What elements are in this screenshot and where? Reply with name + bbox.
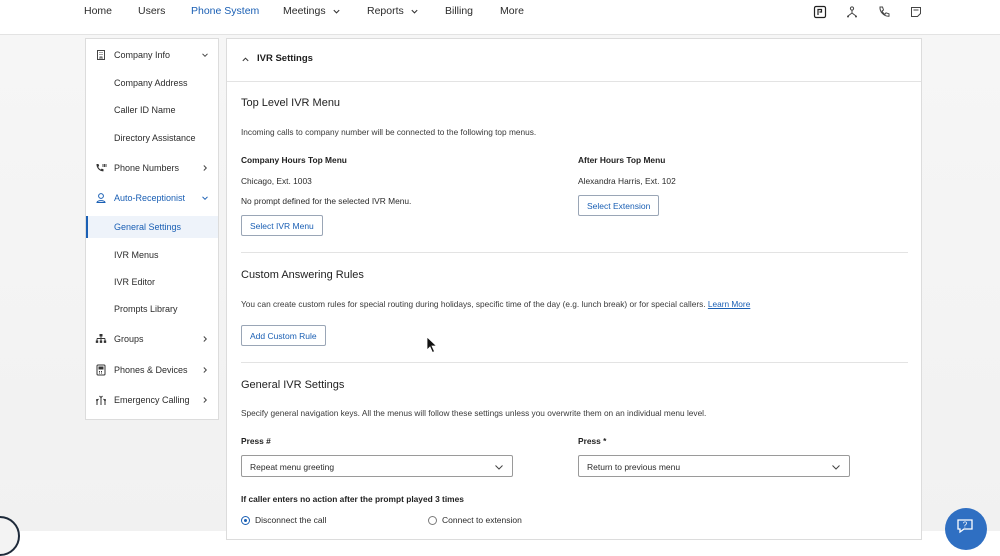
svg-text:?: ?	[963, 521, 968, 530]
help-icon: ?	[957, 519, 973, 534]
building-icon	[95, 49, 107, 61]
learn-more-link[interactable]: Learn More	[708, 299, 750, 309]
sidebar-item-phones-devices[interactable]: Phones & Devices	[86, 359, 218, 381]
phone-icon[interactable]	[877, 5, 891, 19]
top-level-ivr-description: Incoming calls to company number will be…	[241, 127, 537, 137]
sidebar-item-emergency-calling[interactable]: Emergency Calling	[86, 389, 218, 411]
chevron-down-icon	[495, 465, 503, 470]
general-ivr-description: Specify general navigation keys. All the…	[241, 408, 707, 418]
sidebar-item-company-address[interactable]: Company Address	[86, 72, 218, 94]
org-chart-icon[interactable]	[845, 5, 859, 19]
section-divider	[241, 252, 908, 253]
phone-list-icon	[95, 162, 107, 174]
after-hours-label: After Hours Top Menu	[578, 155, 666, 165]
chevron-down-icon	[832, 465, 840, 470]
top-level-ivr-title: Top Level IVR Menu	[241, 97, 341, 109]
sidebar-item-ivr-editor[interactable]: IVR Editor	[86, 271, 218, 293]
chevron-down-icon	[201, 51, 209, 59]
nav-reports[interactable]: Reports	[367, 5, 419, 17]
add-custom-rule-button[interactable]: Add Custom Rule	[241, 325, 326, 346]
chevron-up-icon	[242, 57, 249, 62]
custom-rules-description: You can create custom rules for special …	[241, 299, 751, 309]
sidebar-item-phone-numbers[interactable]: Phone Numbers	[86, 157, 218, 179]
nav-home[interactable]: Home	[84, 5, 112, 17]
general-ivr-title: General IVR Settings	[241, 379, 345, 391]
sidebar-item-general-settings[interactable]: General Settings	[86, 216, 218, 238]
notes-icon[interactable]	[909, 5, 923, 19]
after-hours-value: Alexandra Harris, Ext. 102	[578, 176, 676, 186]
sidebar-item-groups[interactable]: Groups	[86, 328, 218, 350]
sidebar-item-company-info[interactable]: Company Info	[86, 44, 218, 66]
top-navigation: Home Users Phone System Meetings Reports…	[0, 0, 1000, 35]
mouse-cursor-icon	[426, 336, 438, 354]
press-star-label: Press *	[578, 436, 607, 446]
ivr-settings-panel: IVR Settings Top Level IVR Menu Incoming…	[226, 38, 922, 540]
select-ivr-menu-button[interactable]: Select IVR Menu	[241, 215, 323, 236]
section-divider	[241, 362, 908, 363]
chevron-right-icon	[201, 335, 209, 343]
nav-phone-system[interactable]: Phone System	[191, 5, 259, 17]
nav-meetings[interactable]: Meetings	[283, 5, 341, 17]
radio-connect-extension[interactable]: Connect to extension	[428, 515, 522, 525]
nav-more[interactable]: More	[500, 5, 524, 17]
chevron-right-icon	[201, 164, 209, 172]
sidebar-item-ivr-menus[interactable]: IVR Menus	[86, 244, 218, 266]
no-action-label: If caller enters no action after the pro…	[241, 494, 464, 504]
company-hours-label: Company Hours Top Menu	[241, 155, 347, 165]
press-hash-label: Press #	[241, 436, 271, 446]
device-icon	[95, 364, 107, 376]
emergency-icon	[95, 394, 107, 406]
section-title-ivr-settings: IVR Settings	[257, 53, 313, 64]
sidebar-item-prompts-library[interactable]: Prompts Library	[86, 298, 218, 320]
radio-button-selected[interactable]	[241, 515, 250, 525]
chevron-down-icon	[201, 194, 209, 202]
app-logo-icon[interactable]	[813, 5, 827, 19]
chevron-down-icon	[411, 9, 418, 14]
press-star-select[interactable]: Return to previous menu	[578, 455, 850, 477]
receptionist-icon	[95, 192, 107, 204]
company-hours-value: Chicago, Ext. 1003	[241, 176, 312, 186]
help-button[interactable]: ?	[945, 508, 987, 550]
nav-billing[interactable]: Billing	[445, 5, 473, 17]
radio-button[interactable]	[428, 515, 437, 525]
sidebar-item-caller-id-name[interactable]: Caller ID Name	[86, 99, 218, 121]
sidebar-item-directory-assistance[interactable]: Directory Assistance	[86, 127, 218, 149]
groups-icon	[95, 333, 107, 345]
custom-rules-title: Custom Answering Rules	[241, 269, 364, 281]
press-hash-select[interactable]: Repeat menu greeting	[241, 455, 513, 477]
sidebar: Company Info Company Address Caller ID N…	[85, 38, 219, 420]
ivr-settings-header[interactable]: IVR Settings	[227, 39, 921, 82]
chevron-right-icon	[201, 396, 209, 404]
select-extension-button[interactable]: Select Extension	[578, 195, 660, 216]
chevron-right-icon	[201, 366, 209, 374]
no-prompt-notice: No prompt defined for the selected IVR M…	[241, 196, 412, 206]
sidebar-item-auto-receptionist[interactable]: Auto-Receptionist	[86, 187, 218, 209]
radio-disconnect-call[interactable]: Disconnect the call	[241, 515, 326, 525]
nav-users[interactable]: Users	[138, 5, 165, 17]
chevron-down-icon	[333, 9, 340, 14]
